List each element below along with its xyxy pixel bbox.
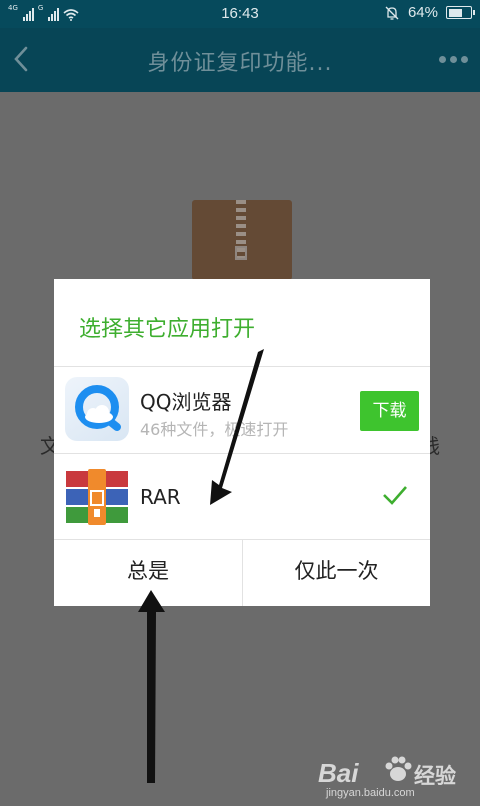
watermark-logo: Bai — [318, 758, 359, 788]
download-button[interactable]: 下载 — [360, 391, 419, 431]
checkmark-icon — [383, 486, 407, 505]
arrow-to-always — [138, 590, 165, 783]
battery-icon — [446, 6, 475, 19]
watermark-url: jingyan.baidu.com — [326, 787, 415, 799]
app-name-rar: RAR — [140, 485, 181, 509]
app-name-qq-browser: QQ浏览器 — [140, 390, 232, 414]
paw-icon — [385, 756, 412, 781]
just-once-button[interactable]: 仅此一次 — [243, 540, 430, 606]
title-bar: 身份证复印功能... — [0, 28, 480, 92]
more-options-icon[interactable] — [439, 56, 468, 63]
zip-file-icon — [192, 200, 292, 280]
divider — [54, 366, 430, 367]
open-with-dialog: 选择其它应用打开 QQ浏览器 46种文件，极速打开 下载 RAR 总是 仅此一次 — [54, 279, 430, 606]
divider — [54, 453, 430, 454]
app-subtitle-qq-browser: 46种文件，极速打开 — [140, 420, 289, 439]
dialog-button-row: 总是 仅此一次 — [54, 540, 430, 606]
battery-percent: 64% — [407, 4, 438, 21]
page-title: 身份证复印功能... — [147, 51, 333, 76]
status-bar: 4G G 16:43 64% — [0, 0, 480, 28]
qq-browser-icon — [65, 377, 129, 441]
rar-app-icon — [66, 469, 128, 525]
dialog-title: 选择其它应用打开 — [79, 317, 256, 342]
baidu-jingyan-watermark: Bai 经验 jingyan.baidu.com — [316, 752, 466, 802]
status-right: 64% — [384, 4, 475, 21]
watermark-brand: 经验 — [414, 764, 456, 788]
always-button[interactable]: 总是 — [54, 540, 242, 606]
bell-mute-icon — [385, 6, 399, 20]
